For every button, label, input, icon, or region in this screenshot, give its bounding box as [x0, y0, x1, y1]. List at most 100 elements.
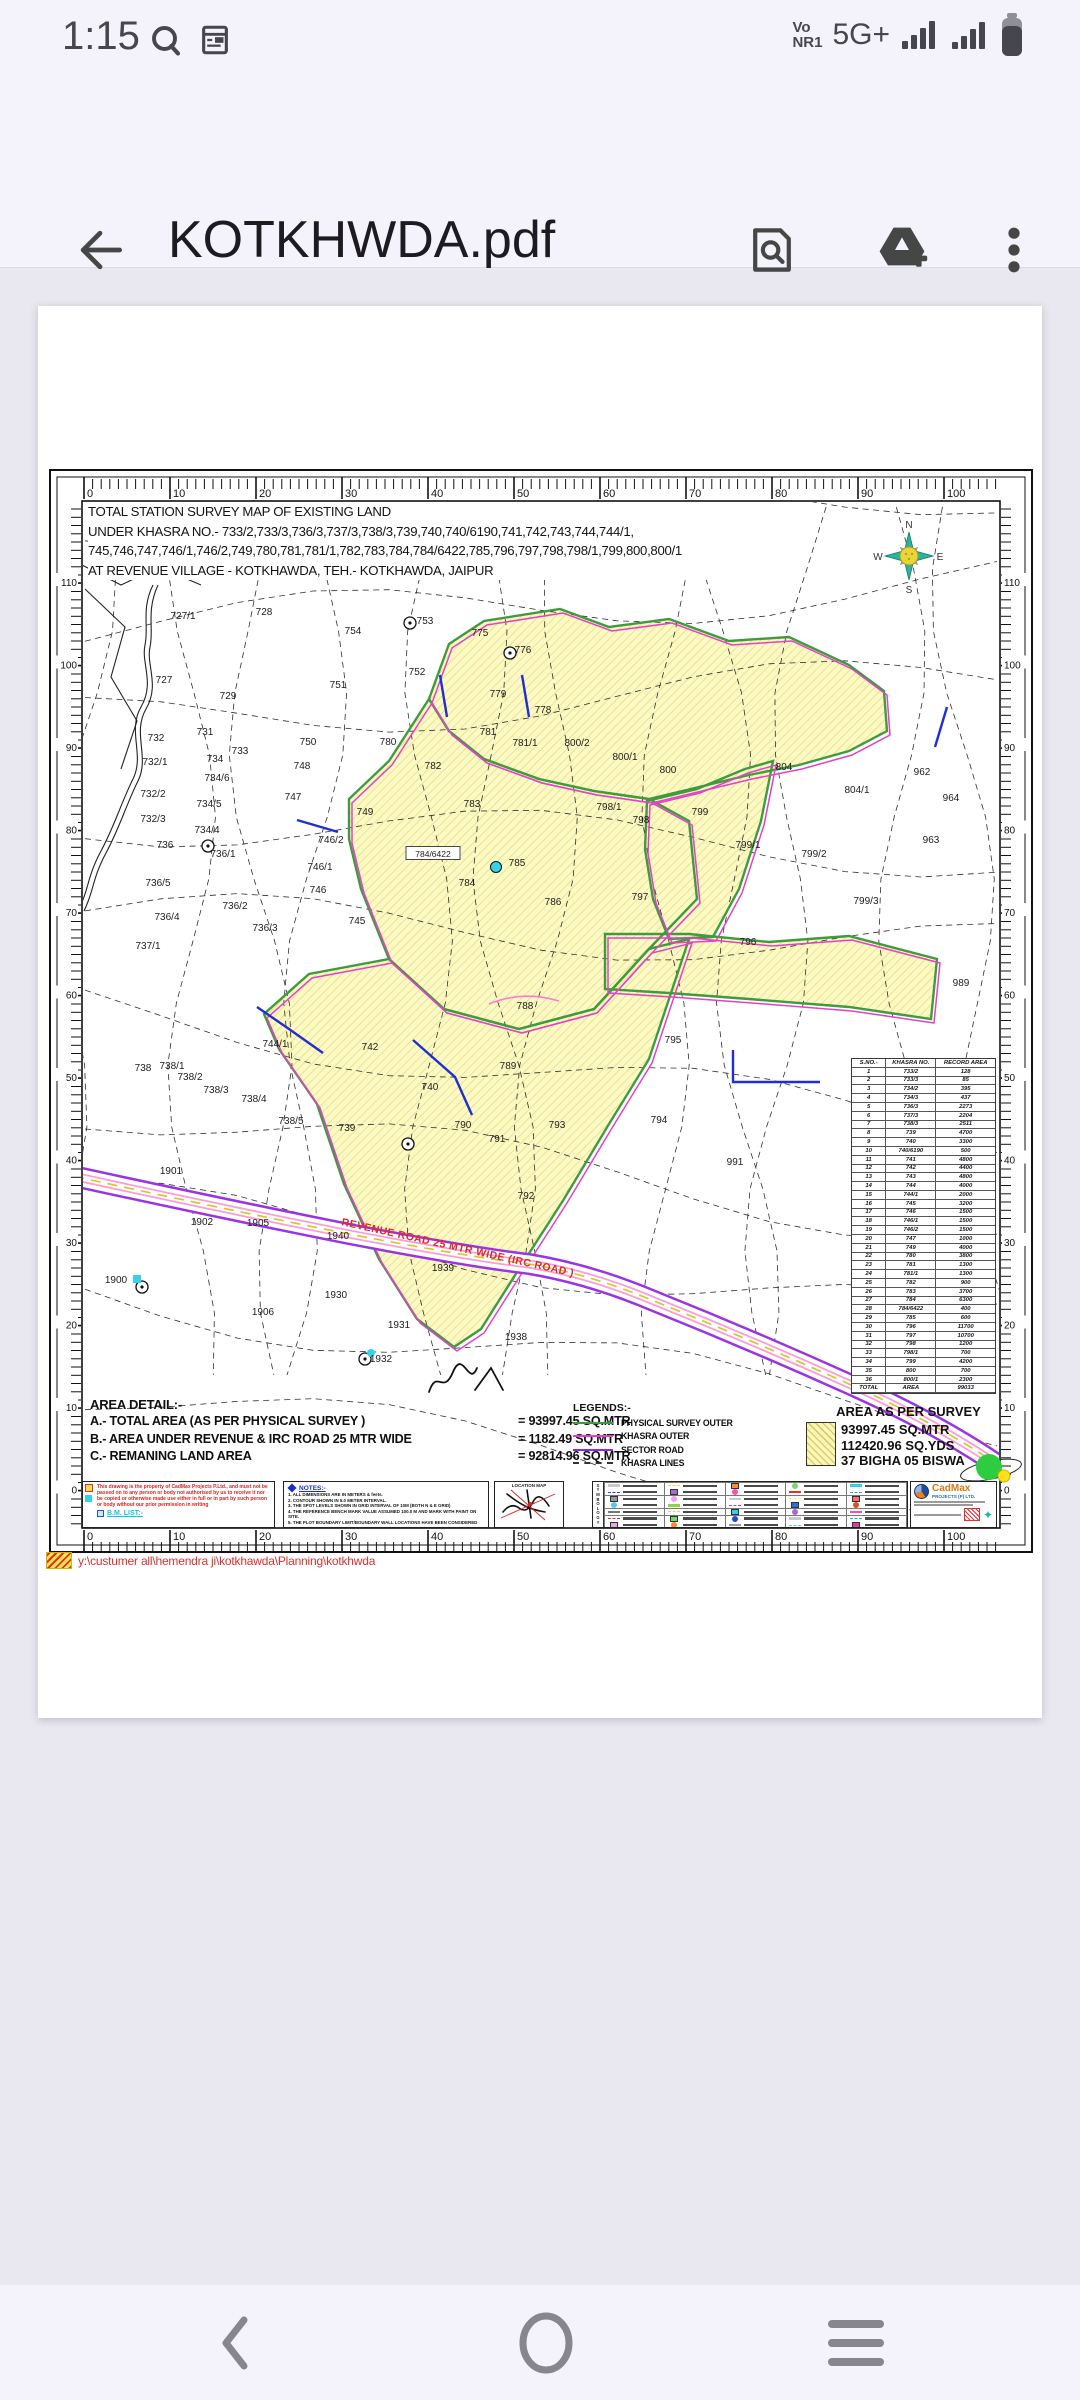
- svg-text:80: 80: [775, 1531, 787, 1543]
- symbology-cell: [665, 1489, 725, 1495]
- svg-text:40: 40: [431, 1531, 443, 1543]
- svg-text:30: 30: [66, 1238, 78, 1249]
- svg-text:738/1: 738/1: [159, 1061, 184, 1072]
- svg-text:738: 738: [135, 1063, 152, 1074]
- svg-text:796: 796: [740, 937, 757, 948]
- table-row: 137434800: [852, 1173, 995, 1182]
- symbology-cell: [605, 1516, 665, 1522]
- svg-text:10: 10: [173, 488, 185, 500]
- table-row: 2733/385: [852, 1077, 995, 1086]
- area-sqyds: 112420.96 SQ.YDS: [841, 1438, 965, 1454]
- bm-list-label: B.M. LIST:-: [107, 1510, 143, 1517]
- symbology-cell: [605, 1483, 665, 1489]
- table-row: 18746/11500: [852, 1217, 995, 1226]
- svg-text:732: 732: [148, 733, 165, 744]
- svg-text:783: 783: [464, 799, 481, 810]
- svg-text:70: 70: [689, 488, 701, 500]
- svg-text:80: 80: [66, 826, 78, 837]
- svg-text:736/1: 736/1: [210, 849, 235, 860]
- svg-text:737/1: 737/1: [135, 941, 160, 952]
- svg-text:751: 751: [330, 680, 347, 691]
- firm-stamp: [964, 1508, 980, 1521]
- table-row: 207471000: [852, 1235, 995, 1244]
- svg-text:736: 736: [157, 840, 174, 851]
- symbology-cell: [847, 1509, 907, 1515]
- table-row: 1733/2128: [852, 1068, 995, 1077]
- status-right-cluster: VoNR1 5G+: [792, 12, 1024, 58]
- nav-home-button[interactable]: [510, 2309, 570, 2375]
- svg-text:792: 792: [518, 1191, 535, 1202]
- svg-text:738/2: 738/2: [177, 1072, 202, 1083]
- symbology-cell: [847, 1502, 907, 1508]
- svg-text:989: 989: [953, 978, 970, 989]
- svg-text:798/1: 798/1: [596, 802, 621, 813]
- phone-screen: 1:15 VoNR1 5G+ KOTKHWDA.pdf: [0, 0, 1080, 2400]
- bm-list-icon: [97, 1510, 104, 1517]
- table-row: 117414800: [852, 1156, 995, 1165]
- symbology-cell: [726, 1502, 786, 1508]
- svg-text:100: 100: [1004, 661, 1021, 672]
- note-line: 5. THE PLOT BOUNDARY LIMIT/BOUNDARY WALL…: [288, 1520, 484, 1528]
- symbology-cell: [726, 1483, 786, 1489]
- svg-text:799/2: 799/2: [801, 849, 826, 860]
- svg-text:991: 991: [727, 1157, 744, 1168]
- svg-text:748: 748: [294, 761, 311, 772]
- firm-detail-bar: [914, 1501, 985, 1503]
- svg-text:30: 30: [345, 488, 357, 500]
- svg-text:799: 799: [692, 807, 709, 818]
- svg-text:732/3: 732/3: [140, 814, 165, 825]
- table-row: 4734/3437: [852, 1094, 995, 1103]
- map-title-block: TOTAL STATION SURVEY MAP OF EXISTING LAN…: [88, 502, 794, 580]
- firm-compass-icon: ✦: [983, 1509, 993, 1521]
- svg-text:753: 753: [417, 616, 434, 627]
- svg-text:786: 786: [545, 897, 562, 908]
- svg-text:797: 797: [632, 892, 649, 903]
- map-title-line: UNDER KHASRA NO.- 733/2,733/3,736/3,737/…: [88, 522, 794, 542]
- svg-text:740: 740: [422, 1082, 439, 1093]
- symbology-cell: [726, 1489, 786, 1495]
- symbology-cell: [786, 1496, 846, 1502]
- svg-text:80: 80: [775, 488, 787, 500]
- notes-title: NOTES:-: [299, 1485, 326, 1492]
- symbology-cell: [847, 1496, 907, 1502]
- svg-text:734/5: 734/5: [196, 799, 221, 810]
- pdf-viewport[interactable]: 0010102020303040405050606070708080909010…: [0, 268, 1080, 2285]
- search-notification-icon: [148, 22, 184, 58]
- table-row: 35800700: [852, 1367, 995, 1376]
- compass-w: W: [873, 552, 883, 563]
- svg-text:736/2: 736/2: [222, 901, 247, 912]
- svg-text:784/6422: 784/6422: [415, 849, 451, 859]
- svg-text:10: 10: [173, 1531, 185, 1543]
- svg-text:727/1: 727/1: [170, 611, 195, 622]
- table-row: 147444000: [852, 1182, 995, 1191]
- navigation-bar: [0, 2285, 1080, 2400]
- symbology-cell: [665, 1502, 725, 1508]
- svg-text:804/1: 804/1: [844, 785, 869, 796]
- svg-text:800: 800: [660, 765, 677, 776]
- svg-text:746: 746: [310, 885, 327, 896]
- note-line: 4. THE REFERENCE BENCH MARK VALUE ASSUME…: [288, 1509, 484, 1520]
- svg-text:788: 788: [517, 1001, 534, 1012]
- svg-text:734: 734: [207, 754, 224, 765]
- map-title-line: AT REVENUE VILLAGE - KOTKHAWDA, TEH.- KO…: [88, 561, 794, 581]
- table-row: 347994200: [852, 1358, 995, 1367]
- svg-text:775: 775: [472, 628, 489, 639]
- area-sqmtr: 93997.45 SQ.MTR: [841, 1422, 965, 1438]
- table-row: 25782900: [852, 1279, 995, 1288]
- copyright-box: This drawing is the property of CadMax P…: [82, 1481, 275, 1528]
- svg-text:781/1: 781/1: [512, 738, 537, 749]
- nav-back-button[interactable]: [200, 2309, 260, 2375]
- svg-text:780: 780: [380, 737, 397, 748]
- svg-text:30: 30: [1004, 1238, 1016, 1249]
- svg-text:70: 70: [66, 908, 78, 919]
- svg-text:791: 791: [489, 1134, 506, 1145]
- symbology-cell: [786, 1509, 846, 1515]
- svg-text:799/1: 799/1: [735, 840, 760, 851]
- nav-recents-button[interactable]: [820, 2309, 880, 2375]
- symbology-cell: [847, 1483, 907, 1489]
- svg-text:732/2: 732/2: [140, 789, 165, 800]
- firm-title-box: CadMax PROJECTS (P) LTD. ✦: [910, 1481, 997, 1528]
- svg-text:40: 40: [431, 488, 443, 500]
- svg-text:742: 742: [362, 1042, 379, 1053]
- symbology-cell: [786, 1483, 846, 1489]
